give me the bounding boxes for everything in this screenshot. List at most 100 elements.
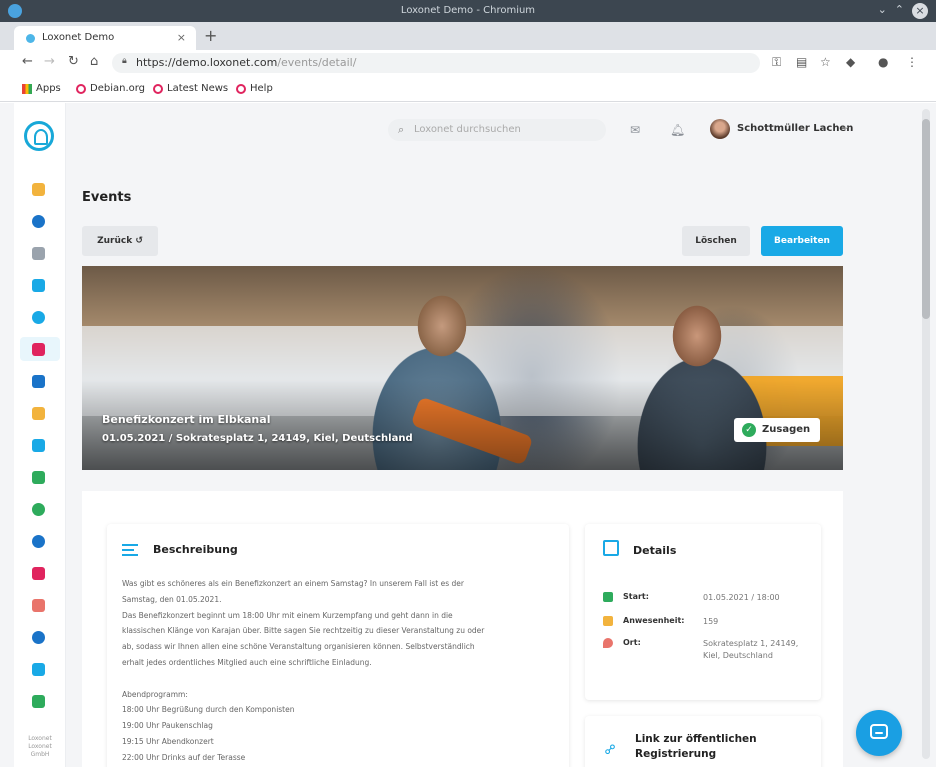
description-title: Beschreibung bbox=[153, 543, 238, 556]
home-icon[interactable]: ⌂ bbox=[90, 54, 98, 69]
star-icon[interactable]: ☆ bbox=[820, 55, 831, 69]
description-line: klassischen Klänge von Karajan über. Bit… bbox=[122, 626, 485, 636]
check-circle-icon: ✓ bbox=[742, 423, 756, 437]
event-content: Beschreibung Was gibt es schöneres als e… bbox=[82, 491, 843, 767]
bookmark-help[interactable]: Help bbox=[236, 83, 273, 94]
details-card: Details Start: 01.05.2021 / 18:00 Anwese… bbox=[585, 524, 821, 700]
new-tab-icon[interactable]: + bbox=[204, 26, 217, 45]
reload-icon[interactable]: ↻ bbox=[68, 54, 79, 69]
bookmark-latest-news[interactable]: Latest News bbox=[153, 83, 228, 94]
translate-icon[interactable]: ▤ bbox=[796, 55, 807, 69]
event-banner-image: Benefizkonzert im Elbkanal 01.05.2021 / … bbox=[82, 266, 843, 470]
event-title: Benefizkonzert im Elbkanal bbox=[102, 413, 271, 426]
sidebar-events-icon[interactable] bbox=[32, 343, 45, 356]
address-bar[interactable]: 🔒︎ https://demo.loxonet.com/events/detai… bbox=[112, 53, 760, 73]
sidebar-search-icon[interactable] bbox=[32, 631, 45, 644]
sidebar-chat-icon[interactable] bbox=[32, 311, 45, 324]
sidebar-people-icon[interactable] bbox=[32, 695, 45, 708]
description-line: Abendprogramm: bbox=[122, 689, 188, 699]
app-logo-icon[interactable] bbox=[24, 121, 54, 151]
search-placeholder: Loxonet durchsuchen bbox=[414, 124, 521, 135]
url-host: https://demo.loxonet.com bbox=[136, 56, 278, 69]
chat-bubble-icon bbox=[870, 724, 888, 739]
window-title: Loxonet Demo - Chromium bbox=[400, 5, 536, 16]
bookmark-debian[interactable]: Debian.org bbox=[76, 83, 145, 94]
undo-icon: ↺ bbox=[135, 236, 143, 246]
info-icon bbox=[603, 540, 619, 556]
registration-card[interactable]: ⚯ Link zur öffentlichen Registrierung bbox=[585, 716, 821, 767]
edit-button[interactable]: Bearbeiten bbox=[761, 226, 843, 256]
description-line: ab, sodass wir Ihnen allen eine schöne V… bbox=[122, 642, 475, 652]
description-line: Das Benefizkonzert beginnt um 18:00 Uhr … bbox=[122, 610, 453, 620]
description-line: 19:00 Uhr Paukenschlag bbox=[122, 721, 213, 731]
avatar[interactable] bbox=[710, 119, 730, 139]
chevron-down-icon[interactable]: ⌄ bbox=[842, 121, 850, 132]
favicon-icon bbox=[26, 34, 35, 43]
close-tab-icon[interactable]: × bbox=[177, 31, 186, 44]
scrollbar-thumb[interactable] bbox=[922, 119, 930, 319]
sidebar-location-icon[interactable] bbox=[32, 567, 45, 580]
description-line: 18:00 Uhr Begrüßung durch den Komponiste… bbox=[122, 705, 295, 715]
search-input[interactable]: ⌕ Loxonet durchsuchen bbox=[388, 119, 606, 141]
navigation-bar: ← → ↻ ⌂ 🔒︎ https://demo.loxonet.com/even… bbox=[0, 50, 936, 76]
back-icon[interactable]: ← bbox=[22, 54, 33, 69]
profile-icon[interactable]: ● bbox=[878, 55, 888, 69]
page-title: Events bbox=[82, 190, 132, 205]
sidebar-tasks-icon[interactable] bbox=[32, 663, 45, 676]
sidebar: Loxonet Loxonet GmbH bbox=[14, 103, 66, 767]
description-line: 22:00 Uhr Drinks auf der Terasse bbox=[122, 752, 246, 762]
debian-icon bbox=[236, 83, 246, 94]
key-icon[interactable]: ⚿ bbox=[772, 55, 781, 70]
os-titlebar: Loxonet Demo - Chromium ⌄ ⌃ × bbox=[0, 0, 936, 22]
maximize-icon[interactable]: ⌃ bbox=[895, 3, 904, 19]
sidebar-news-icon[interactable] bbox=[32, 439, 45, 452]
apps-grid-icon bbox=[22, 83, 32, 94]
link-icon: ⚯ bbox=[601, 740, 621, 760]
sidebar-members-icon[interactable] bbox=[32, 215, 45, 228]
window-controls: ⌄ ⌃ × bbox=[878, 3, 928, 19]
tab-strip: Loxonet Demo × bbox=[0, 22, 936, 50]
url-path: /events/detail/ bbox=[277, 56, 357, 69]
minimize-icon[interactable]: ⌄ bbox=[878, 3, 887, 19]
bookmark-apps[interactable]: Apps bbox=[22, 83, 61, 94]
calendar-icon bbox=[603, 592, 613, 602]
sidebar-messages-icon[interactable] bbox=[32, 535, 45, 548]
map-pin-icon bbox=[603, 638, 613, 648]
lock-icon: 🔒︎ bbox=[122, 56, 127, 66]
accept-button[interactable]: ✓ Zusagen bbox=[734, 418, 820, 442]
sidebar-stats-icon[interactable] bbox=[32, 599, 45, 612]
description-line: Was gibt es schöneres als ein Benefizkon… bbox=[122, 579, 464, 588]
username[interactable]: Schottmüller Lachen bbox=[737, 123, 853, 134]
scrollbar[interactable] bbox=[922, 109, 930, 759]
sidebar-groups-icon[interactable] bbox=[32, 375, 45, 388]
chat-button[interactable] bbox=[856, 710, 902, 756]
sidebar-dashboard-icon[interactable] bbox=[32, 183, 45, 196]
sidebar-calendar-icon[interactable] bbox=[32, 279, 45, 292]
menu-icon[interactable]: ⋮ bbox=[906, 55, 918, 69]
back-button[interactable]: Zurück ↺ bbox=[82, 226, 158, 256]
bookmarks-bar: Apps Debian.org Latest News Help bbox=[0, 76, 936, 102]
app-area: Loxonet Loxonet GmbH ⌕ Loxonet durchsuchen… bbox=[0, 103, 936, 767]
description-line: Samstag, den 01.05.2021. bbox=[122, 594, 222, 604]
debian-icon bbox=[76, 83, 86, 94]
details-title: Details bbox=[633, 544, 677, 557]
registration-link-title[interactable]: Link zur öffentlichen Registrierung bbox=[635, 732, 785, 762]
debian-icon bbox=[153, 83, 163, 94]
sidebar-forum-icon[interactable] bbox=[32, 503, 45, 516]
sidebar-shop-icon[interactable] bbox=[32, 407, 45, 420]
delete-button[interactable]: Löschen bbox=[682, 226, 750, 256]
search-icon: ⌕ bbox=[398, 123, 405, 136]
messages-icon[interactable]: ✉ bbox=[630, 123, 640, 137]
people-icon bbox=[603, 616, 613, 626]
extension-icon[interactable]: ◆ bbox=[846, 55, 855, 69]
description-line: erhalt jedes ordentliches Mitglied auch … bbox=[122, 657, 372, 667]
browser-tab[interactable]: Loxonet Demo × bbox=[14, 26, 196, 50]
forward-icon[interactable]: → bbox=[44, 54, 55, 69]
description-card: Beschreibung Was gibt es schöneres als e… bbox=[107, 524, 569, 767]
tab-label: Loxonet Demo bbox=[42, 32, 115, 43]
description-text: Was gibt es schöneres als ein Benefizkon… bbox=[122, 576, 552, 766]
sidebar-finance-icon[interactable] bbox=[32, 471, 45, 484]
notifications-bell-icon[interactable]: 🔔︎ bbox=[670, 123, 685, 137]
close-window-icon[interactable]: × bbox=[912, 3, 928, 19]
sidebar-documents-icon[interactable] bbox=[32, 247, 45, 260]
